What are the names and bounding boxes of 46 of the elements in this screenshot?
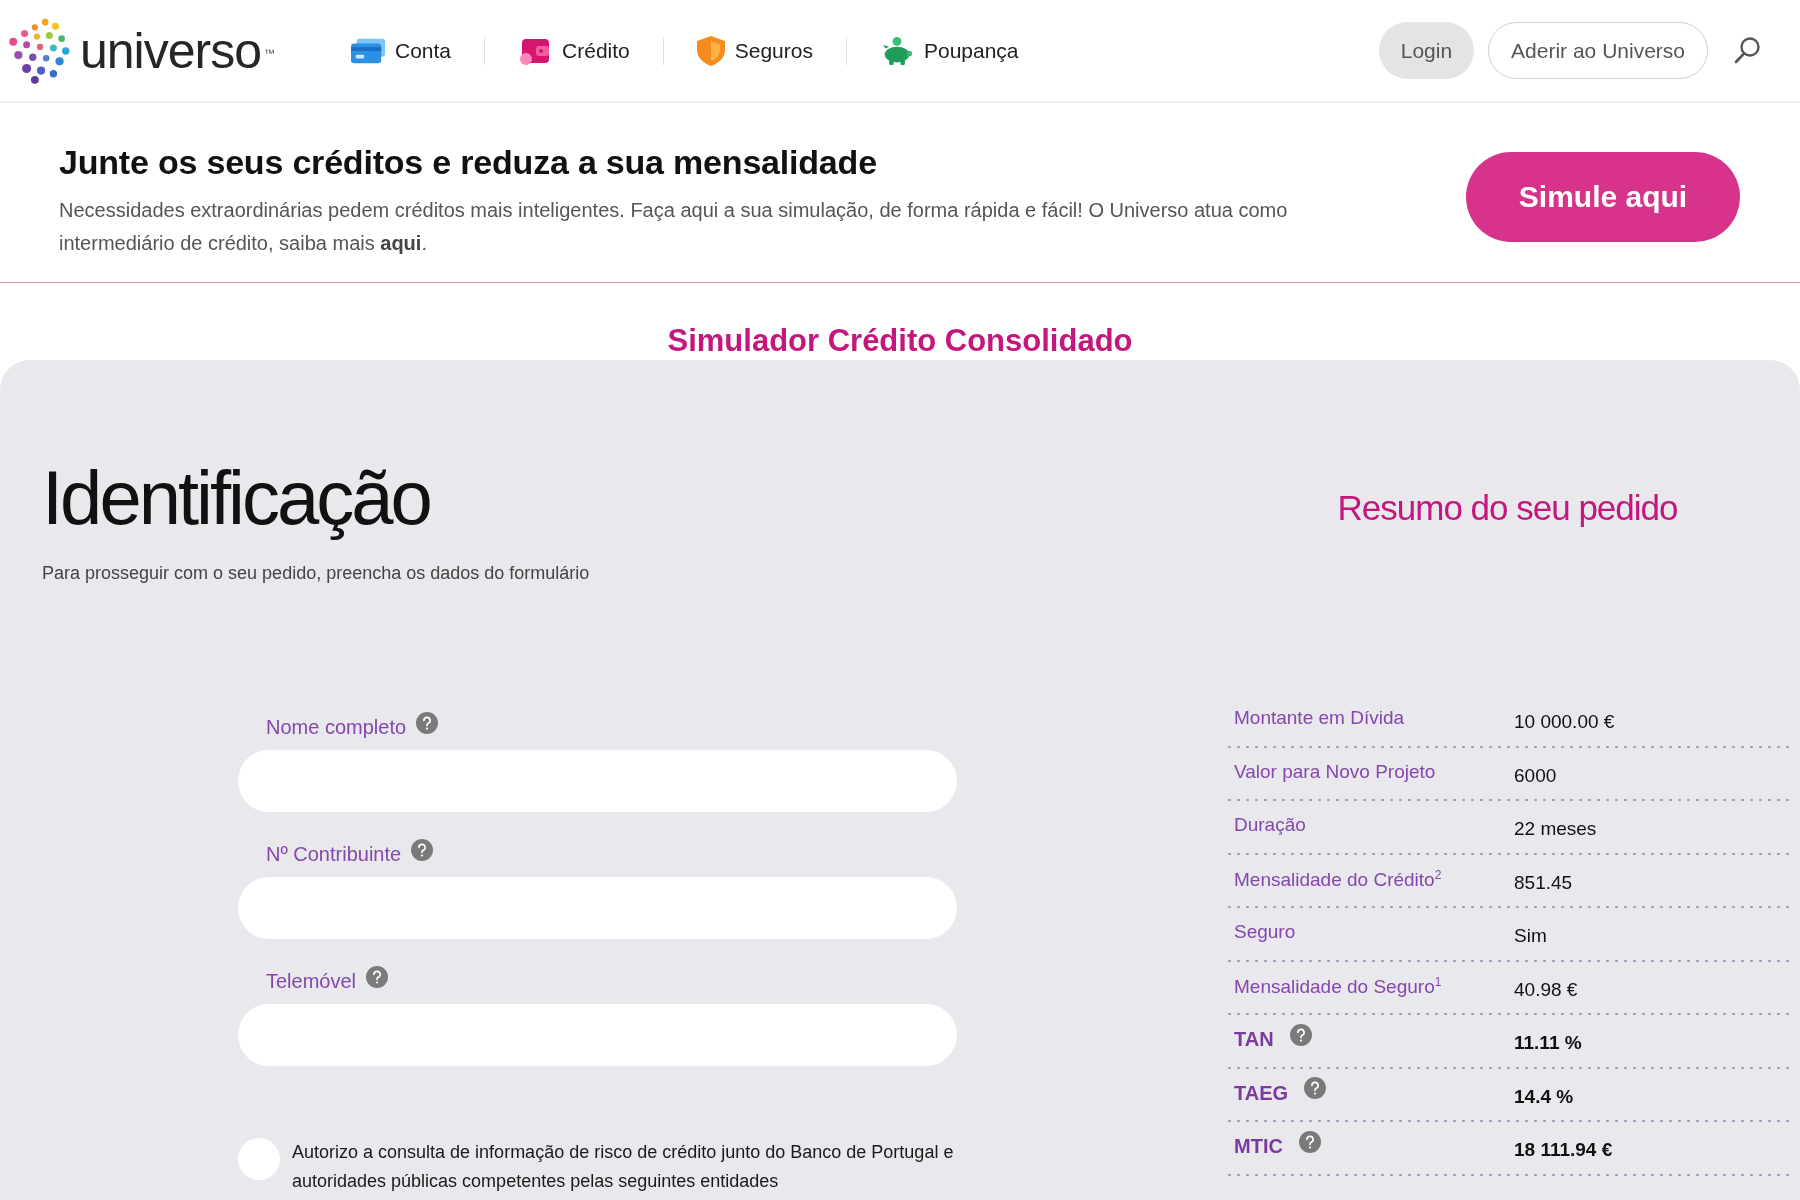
login-button[interactable]: Login (1378, 22, 1475, 79)
summary-label: TAN (1234, 1028, 1274, 1051)
summary-label: Seguro (1234, 921, 1296, 943)
logo-wordmark: universo (80, 25, 261, 76)
consent-text: Autorizo a consulta de informação de risco de crédito junto do Banco de Portugal e autoridades públicas competentes pelas seguintes entidades (292, 1141, 955, 1193)
banner-description: Necessidades extraordinárias pedem créditos mais inteligentes. Faça aqui a sua simulação, de forma rápida e fácil! O Universo atua como intermediário de crédito, saiba mais aqui. (59, 198, 1289, 256)
credit-card-icon (351, 36, 385, 65)
summary-label: Mensalidade do Seguro$^{1}$ (1234, 974, 1442, 998)
summary-label: Mensalidade do Crédito$^{2}$ (1234, 867, 1442, 891)
summary-value: 851.45 (1514, 870, 1573, 894)
trademark-sign: ™ (264, 46, 275, 59)
help-icon[interactable] (411, 839, 434, 861)
section-title: Simulador Crédito Consolidado (666, 322, 1134, 360)
banner-title: Junte os seus créditos e reduza a sua mensalidade (59, 143, 878, 182)
summary-label: Montante em Dívida (1234, 707, 1405, 729)
form-subtitle: Para prosseguir com o seu pedido, preencha os dados do formulário (42, 563, 591, 584)
nav-link[interactable]: Seguros (696, 35, 813, 66)
colorful-dots-logo-icon (8, 16, 72, 85)
summary-title: Resumo do seu pedido (1336, 490, 1679, 525)
summary-label: MTIC (1234, 1135, 1283, 1158)
help-icon[interactable] (416, 712, 439, 734)
summary-value: 18 111.94 € (1514, 1138, 1613, 1161)
search-icon[interactable] (1734, 37, 1760, 64)
summary-label: TAEG (1234, 1081, 1289, 1105)
help-icon[interactable] (1289, 1023, 1312, 1046)
summary-value: 22 meses (1514, 817, 1597, 840)
nav-link[interactable]: Conta (351, 36, 452, 65)
help-icon[interactable] (366, 966, 389, 988)
simulate-button[interactable]: Simule aqui (1466, 151, 1740, 242)
summary-label: Duração (1234, 814, 1306, 836)
nav-link[interactable]: Crédito (518, 36, 630, 65)
summary-value: 6000 (1514, 763, 1557, 787)
field-label: Nome completo (266, 715, 407, 739)
field-label: Telemóvel (266, 969, 357, 993)
summary-label: Valor para Novo Projeto (1234, 760, 1436, 783)
summary-value: 40.98 € (1514, 977, 1578, 1001)
shield-icon (696, 35, 725, 66)
field-label: Nº Contribuinte (266, 842, 402, 866)
join-button[interactable]: Aderir ao Universo (1488, 22, 1708, 79)
nav-link[interactable]: Poupança (879, 36, 1019, 65)
summary-value: 11.11 % (1514, 1031, 1582, 1054)
summary-value: Sim (1514, 924, 1547, 947)
help-icon[interactable] (1304, 1077, 1327, 1099)
summary-value: 14.4 % (1514, 1084, 1574, 1108)
summary-value: 10 000.00 € (1514, 710, 1615, 733)
help-icon[interactable] (1298, 1130, 1321, 1153)
